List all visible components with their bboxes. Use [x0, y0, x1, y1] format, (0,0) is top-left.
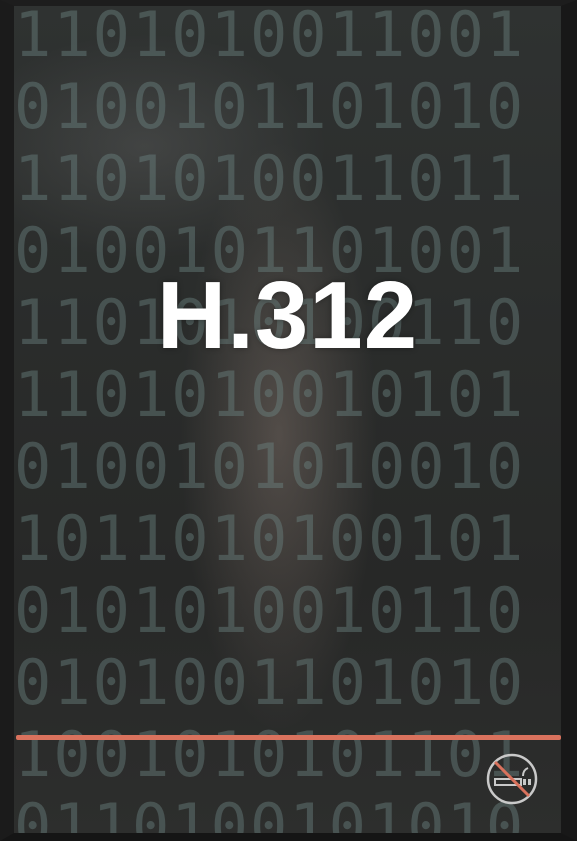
sign-panel: 1101010011001 0100101101010 110101001101…: [14, 6, 561, 833]
no-smoking-icon: [486, 753, 538, 805]
svg-text:0101001101010: 0101001101010: [14, 646, 525, 719]
svg-text:0100101010010: 0100101010010: [14, 430, 525, 503]
svg-text:0100101101010: 0100101101010: [14, 70, 525, 143]
svg-text:0101010010110: 0101010010110: [14, 574, 525, 647]
svg-text:1101010011011: 1101010011011: [14, 142, 525, 215]
room-number: H.312: [156, 262, 419, 369]
svg-text:0110100101010: 0110100101010: [14, 790, 525, 833]
binary-background-pattern: 1101010011001 0100101101010 110101001101…: [14, 6, 525, 833]
svg-text:1011010100101: 1011010100101: [14, 502, 525, 575]
svg-text:1101010011001: 1101010011001: [14, 6, 525, 71]
svg-text:1001010101101: 1001010101101: [14, 718, 525, 791]
accent-divider: [16, 735, 561, 740]
sign-frame: 1101010011001 0100101101010 110101001101…: [0, 0, 577, 841]
